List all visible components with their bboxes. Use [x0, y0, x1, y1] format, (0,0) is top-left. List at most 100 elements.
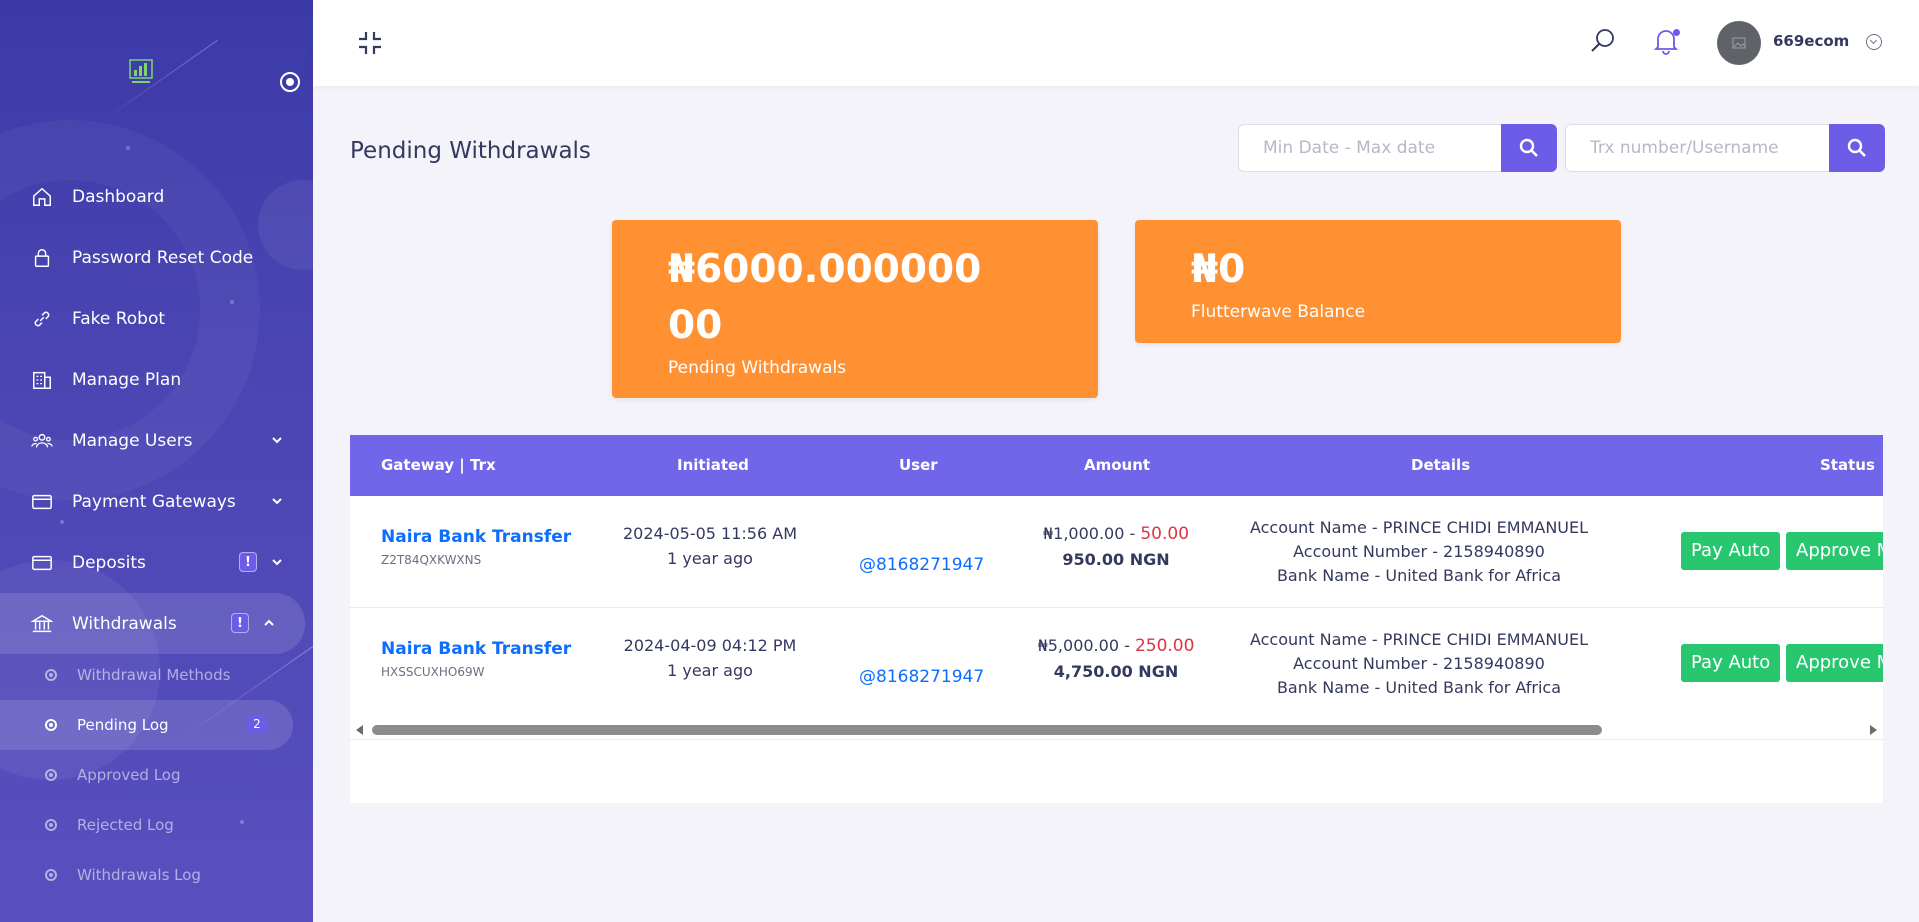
link-icon	[30, 307, 54, 331]
net-amount: 4,750.00 NGN	[1053, 662, 1179, 681]
account-number: Account Number - 2158940890	[1293, 654, 1545, 673]
flutterwave-label: Flutterwave Balance	[1191, 302, 1366, 322]
submenu-item-withdrawal-methods[interactable]: Withdrawal Methods	[0, 650, 313, 700]
submenu-item-rejected-log[interactable]: Rejected Log	[0, 800, 313, 850]
search-icon	[1519, 138, 1538, 157]
sidebar-item-manage-users[interactable]: Manage Users	[0, 410, 313, 471]
submenu-item-label: Pending Log	[77, 716, 169, 734]
amount-separator: -	[1119, 636, 1135, 655]
circle-dot-icon	[45, 819, 57, 831]
trx-search-input[interactable]	[1565, 124, 1829, 172]
amount-separator: -	[1124, 524, 1141, 543]
sidebar-item-dashboard[interactable]: Dashboard	[0, 166, 313, 227]
date-range-search	[1238, 124, 1557, 172]
search-icon[interactable]	[1589, 27, 1617, 55]
submenu-item-pending-log[interactable]: Pending Log 2	[0, 700, 293, 750]
sidebar-item-label: Dashboard	[72, 186, 165, 207]
topbar: 669ecom	[313, 0, 1919, 86]
account-number: Account Number - 2158940890	[1293, 542, 1545, 561]
approve-manually-button[interactable]: Approve Manually	[1786, 532, 1883, 570]
account-name: Account Name - PRINCE CHIDI EMMANUEL	[1249, 630, 1589, 649]
initiated-ago: 1 year ago	[667, 661, 753, 680]
details-cell: Account Name - PRINCE CHIDI EMMANUEL Acc…	[1209, 516, 1629, 588]
horizontal-scrollbar[interactable]	[350, 718, 1883, 740]
submenu-item-withdrawals-log[interactable]: Withdrawals Log	[0, 850, 313, 900]
sidebar-item-deposits[interactable]: Deposits !	[0, 532, 313, 593]
column-header: User	[899, 456, 938, 474]
chevron-up-icon	[264, 619, 274, 626]
avatar[interactable]	[1717, 21, 1761, 65]
gateway-name: Naira Bank Transfer	[381, 639, 572, 659]
gateway-name: Naira Bank Transfer	[381, 527, 572, 547]
sidebar-item-manage-plan[interactable]: Manage Plan	[0, 349, 313, 410]
sidebar-item-label: Password Reset Code	[72, 247, 254, 268]
gateway-cell: Naira Bank Transfer Z2T84QXKWXNS	[381, 527, 571, 567]
approve-manually-button[interactable]: Approve Manually	[1786, 644, 1883, 682]
column-header: Status	[1820, 456, 1875, 474]
sidebar-decoration	[102, 39, 218, 122]
flutterwave-balance-card: ₦0 Flutterwave Balance	[1135, 220, 1621, 343]
sidebar-item-fake-robot[interactable]: Fake Robot	[0, 288, 313, 349]
trx-number: Z2T84QXKWXNS	[381, 553, 482, 567]
scroll-left-icon[interactable]	[356, 725, 363, 735]
user-link[interactable]: @8168271947	[859, 555, 984, 575]
trx-search-button[interactable]	[1829, 124, 1885, 172]
charge-value: 50.00	[1140, 524, 1190, 544]
user-link[interactable]: @8168271947	[859, 667, 984, 687]
sidebar-item-withdrawals[interactable]: Withdrawals !	[0, 593, 305, 654]
compress-icon[interactable]	[357, 30, 383, 56]
column-header: Initiated	[677, 456, 749, 474]
count-badge: 2	[247, 715, 267, 734]
pending-withdrawals-card: ₦6000.00000000 Pending Withdrawals	[612, 220, 1098, 398]
chevron-down-icon[interactable]	[1866, 34, 1882, 50]
sidebar-toggle-button[interactable]	[280, 72, 300, 92]
details-cell: Account Name - PRINCE CHIDI EMMANUEL Acc…	[1209, 628, 1629, 700]
home-icon	[30, 185, 54, 209]
submenu-item-label: Withdrawals Log	[77, 866, 201, 884]
column-header: Details	[1411, 456, 1471, 474]
scroll-thumb[interactable]	[372, 725, 1602, 735]
trx-search	[1565, 124, 1885, 172]
amount-value: ₦5,000.00	[1037, 636, 1119, 655]
credit-card-icon	[30, 490, 54, 514]
sidebar-item-password-reset-code[interactable]: Password Reset Code	[0, 227, 313, 288]
alert-badge: !	[231, 613, 249, 633]
withdrawals-table: Gateway | Trx Initiated User Amount Deta…	[350, 435, 1883, 803]
pending-amount: ₦6000.00000000	[668, 247, 982, 348]
pay-auto-button[interactable]: Pay Auto	[1681, 644, 1780, 682]
username[interactable]: 669ecom	[1773, 32, 1849, 50]
initiated-date: 2024-05-05 11:56 AM	[622, 524, 797, 543]
bank-name: Bank Name - United Bank for Africa	[1276, 678, 1562, 697]
sidebar-item-label: Payment Gateways	[72, 491, 236, 512]
sidebar-item-payment-gateways[interactable]: Payment Gateways	[0, 471, 313, 532]
sidebar-decoration	[126, 146, 130, 150]
sidebar-item-label: Manage Users	[72, 430, 193, 451]
sidebar: Dashboard Password Reset Code Fake Robot…	[0, 0, 313, 922]
column-header: Amount	[1084, 456, 1151, 474]
initiated-cell: 2024-04-09 04:12 PM 1 year ago	[600, 633, 820, 683]
search-icon	[1847, 138, 1866, 157]
sidebar-item-label: Deposits	[72, 552, 146, 573]
building-icon	[30, 368, 54, 392]
circle-dot-icon	[45, 869, 57, 881]
circle-dot-icon	[45, 769, 57, 781]
sidebar-item-label: Fake Robot	[72, 308, 166, 329]
withdrawals-submenu: Withdrawal Methods Pending Log 2 Approve…	[0, 650, 313, 900]
date-search-button[interactable]	[1501, 124, 1557, 172]
submenu-item-label: Rejected Log	[77, 816, 174, 834]
amount-cell: ₦5,000.00 - 250.00 4,750.00 NGN	[1006, 633, 1226, 685]
scroll-right-icon[interactable]	[1870, 725, 1877, 735]
bank-name: Bank Name - United Bank for Africa	[1276, 566, 1562, 585]
table-row: Naira Bank Transfer Z2T84QXKWXNS 2024-05…	[350, 496, 1883, 608]
initiated-ago: 1 year ago	[667, 549, 753, 568]
date-range-input[interactable]	[1238, 124, 1501, 172]
flutterwave-amount: ₦0	[1191, 247, 1246, 292]
circle-dot-icon	[45, 719, 57, 731]
submenu-item-approved-log[interactable]: Approved Log	[0, 750, 313, 800]
pending-label: Pending Withdrawals	[668, 358, 847, 378]
logo[interactable]	[128, 56, 154, 86]
pay-auto-button[interactable]: Pay Auto	[1681, 532, 1780, 570]
amount-cell: ₦1,000.00 - 50.00 950.00 NGN	[1006, 521, 1226, 573]
alert-badge: !	[239, 552, 257, 572]
submenu-item-label: Withdrawal Methods	[77, 666, 231, 684]
